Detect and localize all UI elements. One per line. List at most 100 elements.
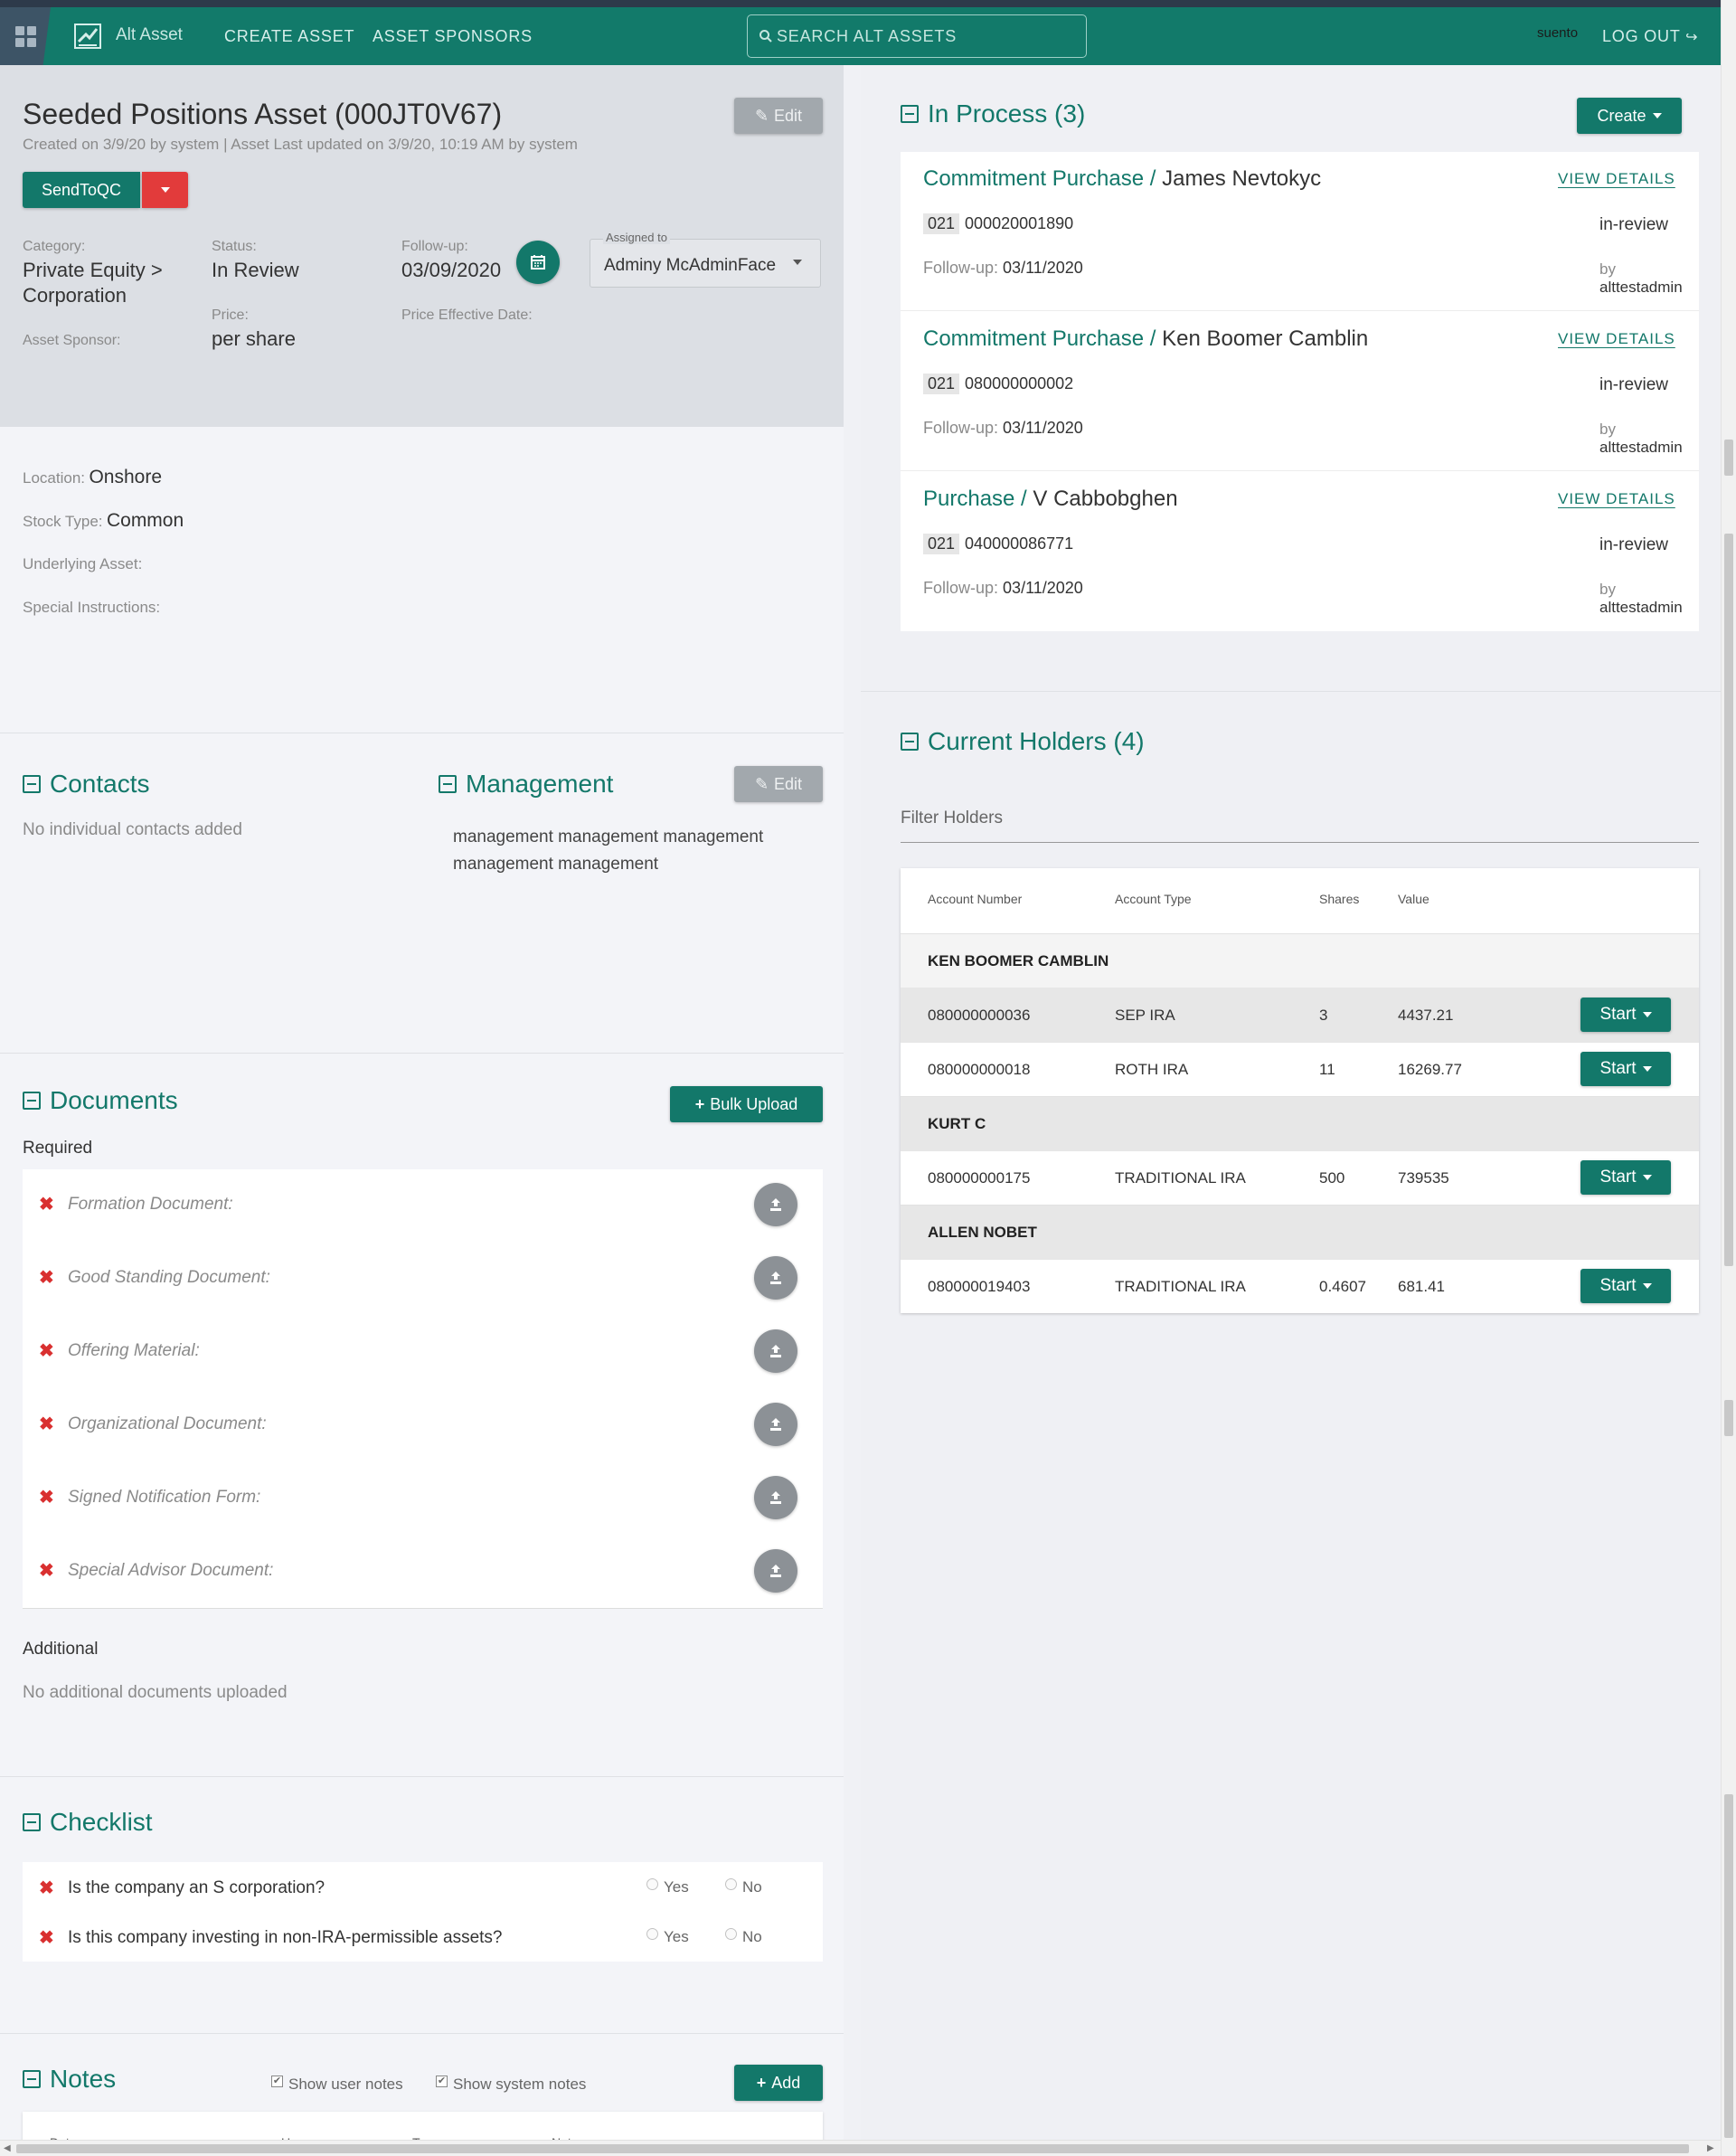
- apps-menu-button[interactable]: [0, 7, 51, 65]
- search-input[interactable]: SEARCH ALT ASSETS: [747, 14, 1087, 58]
- radio-icon: [725, 1928, 737, 1940]
- radio-icon: [646, 1928, 658, 1940]
- caret-down-icon: [1652, 113, 1662, 118]
- table-row[interactable]: 080000000018 ROTH IRA 11 16269.77 Start: [901, 1042, 1699, 1096]
- scroll-thumb[interactable]: [1724, 1400, 1733, 1436]
- asset-details-section: Location: Onshore Stock Type: Common Und…: [0, 427, 844, 733]
- send-to-qc-button[interactable]: SendToQC: [23, 172, 140, 208]
- scroll-right-icon[interactable]: ▶: [1707, 2143, 1714, 2153]
- account-type: SEP IRA: [1115, 1007, 1175, 1024]
- contacts-heading[interactable]: Contacts: [23, 770, 150, 799]
- bulk-upload-button[interactable]: + Bulk Upload: [670, 1086, 823, 1122]
- view-details-link[interactable]: VIEW DETAILS: [1558, 490, 1675, 508]
- additional-empty: No additional documents uploaded: [23, 1683, 288, 1702]
- followup-label: Follow-up:: [923, 259, 999, 277]
- account-type: ROTH IRA: [1115, 1061, 1189, 1078]
- missing-x-icon: ✖: [39, 1341, 54, 1361]
- page-title: Seeded Positions Asset (000JT0V67): [23, 98, 503, 130]
- divider: [861, 691, 1721, 692]
- edit-asset-button[interactable]: ✎ Edit: [734, 98, 823, 134]
- missing-x-icon: ✖: [39, 1195, 54, 1215]
- followup-label: Follow-up:: [923, 579, 999, 597]
- edit-label: Edit: [774, 106, 803, 125]
- view-details-link[interactable]: VIEW DETAILS: [1558, 330, 1675, 348]
- table-row[interactable]: 080000019403 TRADITIONAL IRA 0.4607 681.…: [901, 1259, 1699, 1313]
- asset-header-panel: Seeded Positions Asset (000JT0V67) Creat…: [0, 65, 844, 427]
- caret-down-icon: [1642, 1012, 1652, 1017]
- in-process-title: In Process (3): [928, 99, 1086, 128]
- yes-radio[interactable]: Yes: [646, 1878, 689, 1896]
- send-options-dropdown[interactable]: [142, 172, 188, 208]
- show-system-notes-checkbox[interactable]: ✔ Show system notes: [436, 2076, 586, 2094]
- followup-calendar-button[interactable]: [516, 241, 560, 284]
- documents-heading[interactable]: Documents: [23, 1086, 178, 1115]
- yes-label: Yes: [664, 1878, 689, 1896]
- upload-button[interactable]: [754, 1256, 797, 1300]
- process-title[interactable]: Commitment Purchase / Ken Boomer Camblin: [923, 326, 1368, 352]
- upload-button[interactable]: [754, 1329, 797, 1373]
- scroll-left-icon[interactable]: ◀: [4, 2143, 11, 2153]
- start-button[interactable]: Start: [1580, 998, 1671, 1032]
- assigned-to-select[interactable]: Assigned to Adminy McAdminFace: [590, 231, 821, 288]
- no-radio[interactable]: No: [725, 1878, 762, 1896]
- process-type: Commitment Purchase: [923, 166, 1145, 191]
- process-title[interactable]: Purchase / V Cabbobghen: [923, 487, 1178, 512]
- col-shares: Shares: [1319, 892, 1360, 906]
- alt-asset-logo-icon: [74, 24, 101, 49]
- show-user-notes-checkbox[interactable]: ✔ Show user notes: [271, 2076, 403, 2094]
- upload-button[interactable]: [754, 1476, 797, 1519]
- upload-button[interactable]: [754, 1183, 797, 1226]
- document-label: Signed Notification Form:: [68, 1488, 261, 1507]
- start-button[interactable]: Start: [1580, 1052, 1671, 1086]
- upload-button[interactable]: [754, 1403, 797, 1446]
- horizontal-scrollbar[interactable]: ◀ ▶: [0, 2140, 1721, 2156]
- scroll-thumb[interactable]: [16, 2144, 1689, 2153]
- create-asset-link[interactable]: CREATE ASSET: [224, 27, 354, 46]
- missing-x-icon: ✖: [39, 1268, 54, 1288]
- add-note-label: Add: [771, 2073, 801, 2092]
- start-label: Start: [1599, 1005, 1637, 1024]
- no-radio[interactable]: No: [725, 1928, 762, 1946]
- account-type: TRADITIONAL IRA: [1115, 1169, 1246, 1187]
- upload-button[interactable]: [754, 1549, 797, 1593]
- yes-radio[interactable]: Yes: [646, 1928, 689, 1946]
- shares: 500: [1319, 1169, 1345, 1187]
- value: 16269.77: [1398, 1061, 1462, 1078]
- account-number: 080000000002: [965, 374, 1074, 392]
- start-button[interactable]: Start: [1580, 1160, 1671, 1195]
- management-heading[interactable]: Management: [439, 770, 613, 799]
- no-label: No: [742, 1928, 762, 1945]
- scroll-thumb[interactable]: [1724, 1794, 1733, 2138]
- table-row[interactable]: 080000000175 TRADITIONAL IRA 500 739535 …: [901, 1150, 1699, 1205]
- add-note-button[interactable]: + Add: [734, 2065, 823, 2101]
- collapse-icon: [439, 775, 457, 793]
- logout-button[interactable]: LOG OUT ↪: [1602, 27, 1698, 46]
- start-button[interactable]: Start: [1580, 1269, 1671, 1303]
- required-label: Required: [23, 1139, 93, 1158]
- in-process-heading[interactable]: In Process (3): [901, 99, 1085, 128]
- upload-icon: [770, 1272, 781, 1284]
- chevron-down-icon: [793, 260, 802, 265]
- checklist-heading[interactable]: Checklist: [23, 1808, 153, 1837]
- notes-heading[interactable]: Notes: [23, 2065, 116, 2094]
- scroll-thumb[interactable]: [1724, 440, 1733, 476]
- process-title[interactable]: Commitment Purchase / James Nevtokyc: [923, 166, 1321, 192]
- current-holders-heading[interactable]: Current Holders (4): [901, 727, 1145, 756]
- followup-date: 03/11/2020: [1003, 579, 1083, 597]
- view-details-link[interactable]: VIEW DETAILS: [1558, 170, 1675, 188]
- filter-holders-input[interactable]: Filter Holders: [901, 807, 1699, 843]
- management-title: Management: [466, 770, 614, 798]
- holder-group-row: KURT C: [901, 1096, 1699, 1150]
- stock-type-label: Stock Type:: [23, 513, 103, 530]
- asset-sponsors-link[interactable]: ASSET SPONSORS: [373, 27, 533, 46]
- scroll-thumb[interactable]: [1724, 534, 1733, 1266]
- create-process-button[interactable]: Create: [1577, 98, 1682, 134]
- table-row[interactable]: 080000000036 SEP IRA 3 4437.21 Start: [901, 988, 1699, 1042]
- edit-management-button[interactable]: ✎ Edit: [734, 766, 823, 802]
- vertical-scrollbar[interactable]: [1721, 0, 1736, 2156]
- shares: 3: [1319, 1007, 1328, 1024]
- brand-link[interactable]: Alt Asset: [116, 25, 183, 45]
- bulk-upload-label: Bulk Upload: [710, 1094, 798, 1113]
- checklist-title: Checklist: [50, 1808, 153, 1836]
- by-label: by: [1599, 260, 1616, 278]
